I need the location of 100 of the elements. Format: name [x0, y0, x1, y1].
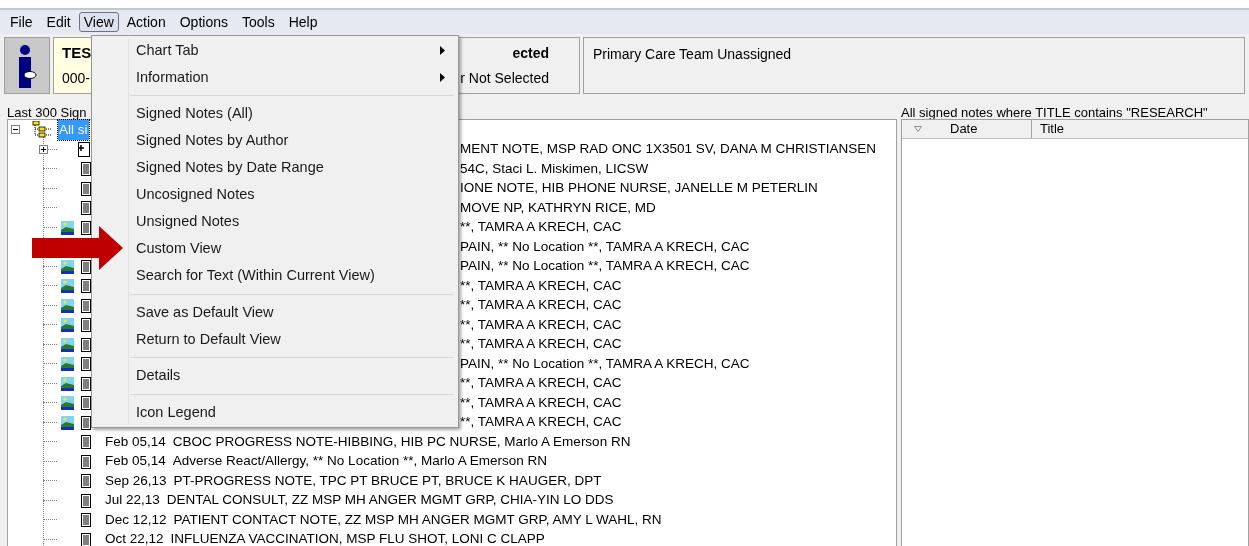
column-header[interactable]: Date [902, 120, 1032, 138]
person-icon [16, 43, 38, 88]
image-icon [61, 220, 74, 235]
menu-item[interactable]: Tools [235, 12, 281, 32]
note-entry[interactable]: Feb 05,14 Adverse React/Allergy, ** No Location **, Marlo A Emerson RN [105, 451, 547, 472]
tree-icon [29, 121, 53, 138]
menu-entry[interactable]: Details [129, 362, 458, 390]
document-icon [81, 376, 91, 391]
image-icon [61, 376, 74, 391]
menu-entry[interactable]: Unsigned Notes [129, 208, 458, 236]
menu-item[interactable]: File [4, 12, 39, 32]
image-icon [61, 318, 74, 332]
menu-item[interactable]: View [78, 12, 119, 32]
image-icon [61, 259, 74, 274]
note-entry[interactable]: **, TAMRA A KRECH, CAC [460, 373, 622, 394]
note-entry[interactable]: Jul 22,13 DENTAL CONSULT, ZZ MSP MH ANGER MGMT GRP, CHIA-YIN LO DDS [105, 490, 614, 511]
note-title: PT-PROGRESS NOTE, TPC PT BRUCE PT, BRUCE K HAUGER, DPT [173, 471, 602, 490]
document-icon [81, 162, 91, 176]
note-title: CBOC PROGRESS NOTE-HIBBING, HIB PC NURSE, Marlo A Emerson RN [172, 432, 631, 451]
document-icon [81, 259, 91, 274]
patient-name: TES [62, 42, 92, 63]
document-icon [81, 201, 91, 215]
document-icon [81, 415, 91, 430]
document-icon [81, 279, 91, 293]
note-title: PATIENT CONTACT NOTE, ZZ MSP MH ANGER MGMT GRP, AMY L WAHL, RN [173, 510, 662, 529]
menu-entry[interactable]: Signed Notes by Author [129, 127, 458, 155]
document-icon [81, 396, 91, 410]
provider-panel[interactable]: ected r Not Selected [456, 37, 580, 94]
document-icon [81, 435, 91, 449]
sort-icon [914, 126, 922, 132]
note-title: Adverse React/Allergy, ** No Location **, Marlo A Emerson RN [172, 452, 547, 471]
note-date: Dec 12,12 [105, 510, 167, 529]
note-entry[interactable]: IONE NOTE, HIB PHONE NURSE, JANELLE M PETERLIN [460, 178, 818, 199]
note-date: Sep 26,13 [105, 471, 167, 490]
document-icon [81, 493, 91, 508]
menu-item[interactable]: Edit [40, 12, 77, 32]
document-icon [81, 318, 91, 332]
menu-entry[interactable]: Chart Tab [129, 37, 458, 64]
care-team-text: Primary Care Team Unassigned [593, 46, 792, 62]
collapse-icon[interactable] [11, 125, 20, 134]
note-date: Jul 22,13 [105, 491, 160, 510]
patient-panel[interactable] [4, 37, 50, 94]
image-icon [61, 357, 74, 371]
care-team-panel[interactable]: Primary Care Team Unassigned [583, 37, 1245, 94]
note-entry[interactable]: 54C, Staci L. Miskimen, LICSW [460, 158, 649, 179]
tree-label: Last 300 Sign [7, 105, 87, 120]
menu-entry[interactable]: Signed Notes (All) [129, 100, 458, 128]
note-entry[interactable]: **, TAMRA A KRECH, CAC [460, 217, 622, 238]
menu-entry[interactable]: Information [129, 64, 458, 91]
menu-item[interactable]: Options [173, 12, 234, 32]
image-icon [61, 279, 74, 293]
provider-subtitle: r Not Selected [460, 68, 549, 88]
note-entry[interactable]: Feb 05,14 CBOC PROGRESS NOTE-HIBBING, HIB PC NURSE, Marlo A Emerson RN [105, 431, 631, 452]
note-entry[interactable]: Oct 22,12 INFLUENZA VACCINATION, MSP FLU SHOT, LONI C CLAPP [105, 529, 545, 546]
note-entry[interactable]: MENT NOTE, MSP RAD ONC 1X3501 SV, DANA M CHRISTIANSEN [460, 139, 877, 160]
image-icon [61, 298, 74, 313]
note-entry[interactable]: **, TAMRA A KRECH, CAC [460, 314, 622, 335]
menu-entry[interactable]: Return to Default View [129, 326, 458, 353]
document-icon [81, 454, 91, 469]
note-entry[interactable]: **, TAMRA A KRECH, CAC [460, 295, 622, 316]
note-entry[interactable]: **, TAMRA A KRECH, CAC [460, 275, 622, 296]
note-entry[interactable]: PAIN, ** No Location **, TAMRA A KRECH, CAC [460, 353, 750, 374]
document-icon [81, 337, 91, 352]
note-entry[interactable]: **, TAMRA A KRECH, CAC [460, 392, 622, 413]
results-label: All signed notes where TITLE contains "RESEARCH" [901, 105, 1208, 120]
patient-id: 000- [62, 69, 91, 89]
image-icon [61, 415, 74, 430]
document-icon [81, 474, 91, 488]
menu-entry[interactable]: Custom View [129, 235, 458, 263]
note-date: Oct 22,12 [105, 530, 164, 546]
note-entry[interactable]: MOVE NP, KATHRYN RICE, MD [460, 197, 656, 218]
menu-item[interactable]: Help [282, 12, 324, 32]
note-title: DENTAL CONSULT, ZZ MSP MH ANGER MGMT GRP, CHIA-YIN LO DDS [166, 491, 614, 510]
provider-title: ected [512, 43, 549, 63]
note-date: Feb 05,14 [105, 432, 166, 451]
note-entry[interactable]: Sep 26,13 PT-PROGRESS NOTE, TPC PT BRUCE PT, BRUCE K HAUGER, DPT [105, 470, 602, 491]
document-icon [81, 181, 91, 196]
menu-entry[interactable]: Search for Text (Within Current View) [129, 262, 458, 290]
note-date: Feb 05,14 [105, 452, 166, 471]
expand-icon[interactable] [39, 144, 48, 154]
image-icon [61, 337, 74, 352]
document-icon [81, 513, 91, 527]
document-icon [81, 298, 91, 313]
column-header[interactable]: Title [1032, 120, 1248, 138]
note-entry[interactable]: PAIN, ** No Location **, TAMRA A KRECH, CAC [460, 256, 750, 277]
menu-entry[interactable]: Icon Legend [129, 399, 458, 426]
menu-entry[interactable]: Save as Default View [129, 299, 458, 326]
arrow-icon [32, 226, 123, 270]
image-icon [61, 396, 74, 410]
note-entry[interactable]: **, TAMRA A KRECH, CAC [460, 412, 622, 433]
note-entry[interactable]: **, TAMRA A KRECH, CAC [460, 334, 622, 355]
note-entry[interactable]: Dec 12,12 PATIENT CONTACT NOTE, ZZ MSP MH ANGER MGMT GRP, AMY L WAHL, RN [105, 509, 662, 530]
document-icon [81, 220, 91, 235]
document-icon [81, 357, 91, 371]
menu-entry[interactable]: Uncosigned Notes [129, 181, 458, 209]
folder-note-icon [78, 141, 90, 157]
note-title: INFLUENZA VACCINATION, MSP FLU SHOT, LONI C CLAPP [170, 530, 545, 546]
menu-item[interactable]: Action [120, 12, 172, 32]
menu-entry[interactable]: Signed Notes by Date Range [129, 154, 458, 182]
note-entry[interactable]: PAIN, ** No Location **, TAMRA A KRECH, CAC [460, 236, 750, 257]
